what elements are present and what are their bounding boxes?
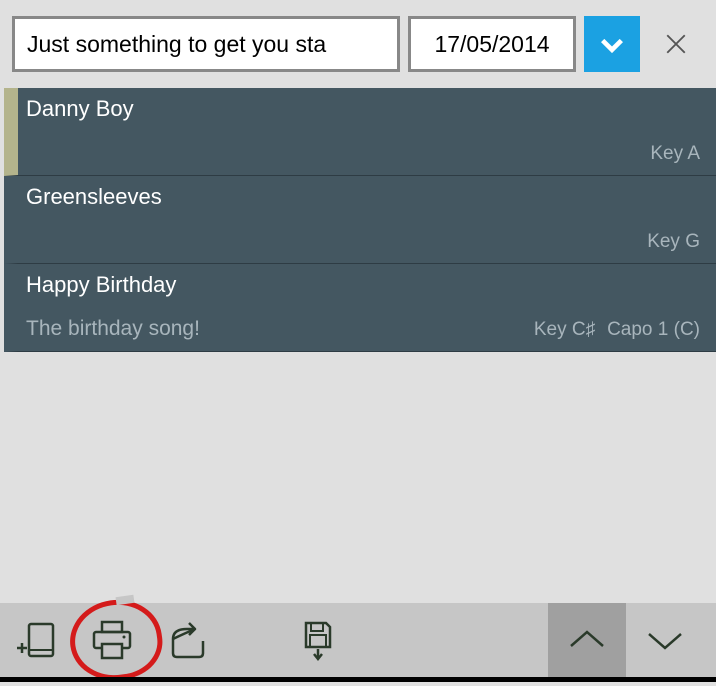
song-title: Danny Boy <box>26 96 700 122</box>
setlist-title-input[interactable] <box>12 16 400 72</box>
print-button[interactable] <box>88 616 136 664</box>
song-meta: Key G <box>26 231 700 253</box>
add-device-button[interactable] <box>12 616 60 664</box>
move-up-button[interactable] <box>548 603 626 677</box>
song-item[interactable]: Danny Boy Key A <box>4 88 716 176</box>
song-item[interactable]: Happy Birthday The birthday song! Key C♯… <box>4 264 716 352</box>
check-chevron-icon <box>598 30 626 58</box>
song-meta: The birthday song! Key C♯ Capo 1 (C) <box>26 317 700 341</box>
add-to-device-icon <box>15 620 57 660</box>
toolbar-left <box>12 616 344 664</box>
song-key: Key A <box>650 143 700 165</box>
share-icon <box>167 621 209 659</box>
song-meta: Key A <box>26 143 700 165</box>
print-icon <box>90 620 134 660</box>
confirm-button[interactable] <box>584 16 640 72</box>
chevron-up-icon <box>565 628 609 652</box>
share-button[interactable] <box>164 616 212 664</box>
save-icon <box>302 619 338 661</box>
song-title: Greensleeves <box>26 184 700 210</box>
song-key-capo: Key C♯ Capo 1 (C) <box>534 319 700 341</box>
move-down-button[interactable] <box>626 603 704 677</box>
song-capo-text: Capo 1 (C) <box>607 319 700 340</box>
setlist-date-input[interactable] <box>408 16 576 72</box>
song-item[interactable]: Greensleeves Key G <box>4 176 716 264</box>
close-button[interactable] <box>648 16 704 72</box>
song-list: Danny Boy Key A Greensleeves Key G Happy… <box>4 88 716 352</box>
song-title: Happy Birthday <box>26 272 700 298</box>
save-button[interactable] <box>296 616 344 664</box>
song-key-text: Key C♯ <box>534 319 595 340</box>
bottom-toolbar <box>0 603 716 677</box>
toolbar-right <box>548 603 704 677</box>
chevron-down-icon <box>643 628 687 652</box>
song-subtitle: The birthday song! <box>26 317 200 341</box>
header-bar <box>0 0 716 88</box>
bottom-strip <box>0 677 716 682</box>
close-icon <box>661 29 691 59</box>
song-key: Key G <box>647 231 700 253</box>
